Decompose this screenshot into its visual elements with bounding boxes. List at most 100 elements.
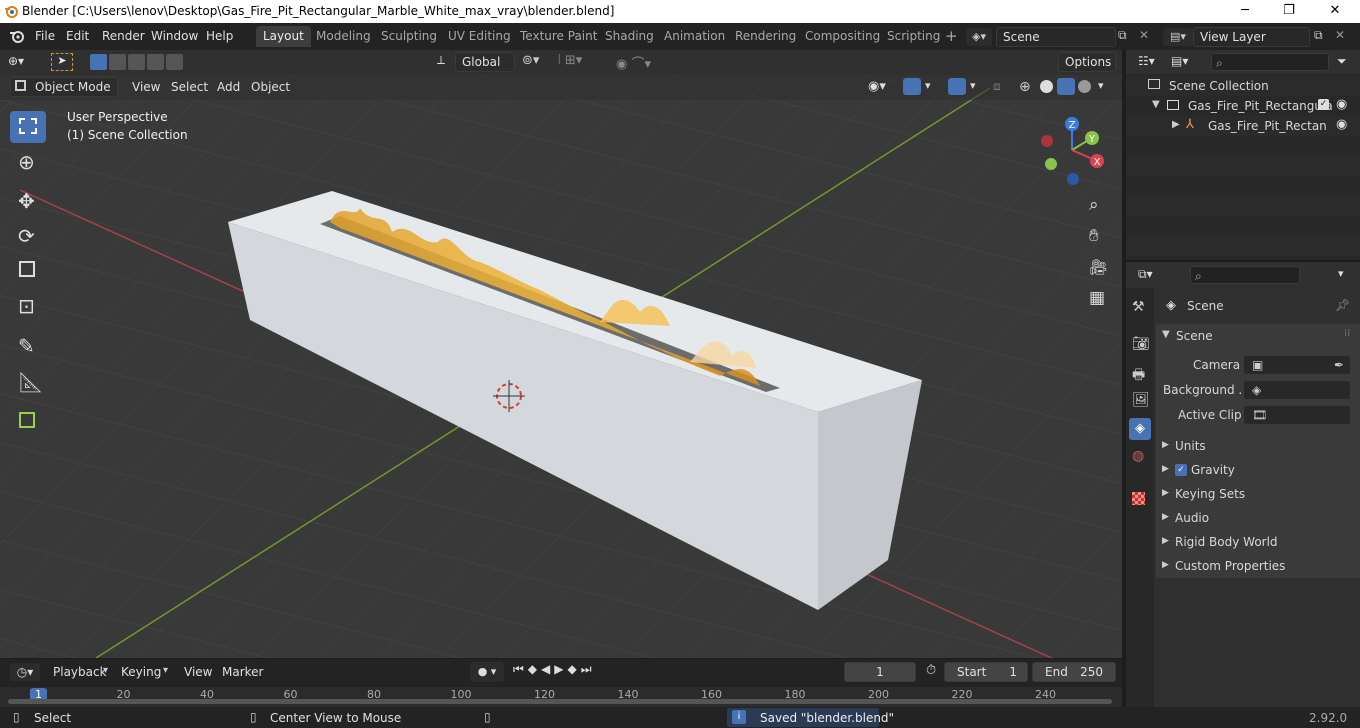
properties-editor-icon[interactable]: ⧉▾ (1138, 267, 1153, 282)
new-scene-icon[interactable]: ⧉ (1118, 28, 1127, 43)
overlay-toggle-icon[interactable] (948, 78, 966, 95)
section-gravity[interactable]: ▶ ✓ Gravity (1156, 458, 1360, 482)
zoom-icon[interactable]: ⌕ (1089, 195, 1099, 215)
delete-view-layer-icon[interactable]: ✕ (1335, 28, 1345, 42)
timeline-menu-playback[interactable]: Playback (53, 665, 107, 679)
timeline-menu-view[interactable]: View (184, 665, 212, 679)
camera-view-icon[interactable]: 🎥︎ (1089, 258, 1108, 276)
tool-tab-icon[interactable]: ⚒︎ (1132, 299, 1145, 315)
overlay-dropdown-icon[interactable]: ▾ (970, 79, 976, 92)
select-intersect-icon[interactable] (166, 54, 183, 70)
minimize-button[interactable]: ─ (1222, 0, 1268, 23)
menu-edit[interactable]: Edit (66, 29, 89, 43)
playback-controls[interactable]: ⏮◆◀▶◆⏭ (513, 662, 596, 677)
menu-file[interactable]: File (35, 29, 55, 43)
timeline-menu-marker[interactable]: Marker (222, 665, 263, 679)
view-layer-browse-icon[interactable]: ▤▾ (1163, 28, 1193, 46)
tool-measure[interactable]: 📐︎ (10, 366, 46, 398)
world-tab-icon[interactable]: ◍ (1132, 448, 1144, 464)
snap-icon[interactable]: ⦚ ⊞▾ (558, 53, 582, 68)
background-scene-field[interactable]: ◈ (1243, 380, 1351, 400)
display-mode-icon[interactable]: ▤▾ (1171, 54, 1188, 68)
auto-key-icon[interactable]: ● ▾ (470, 662, 504, 682)
material-shading-icon[interactable] (1057, 78, 1075, 95)
visibility-icon[interactable]: ◉▾ (868, 79, 886, 94)
viewport-menu-add[interactable]: Add (217, 80, 240, 94)
scene-name-field[interactable]: Scene (996, 27, 1116, 47)
tab-modeling[interactable]: Modeling (309, 26, 378, 47)
end-frame-field[interactable]: End 250 (1032, 662, 1116, 682)
viewport-menu-object[interactable]: Object (251, 80, 290, 94)
expand-arrow-icon[interactable]: ▶ (1172, 119, 1180, 130)
timeline-scrollbar[interactable] (8, 699, 1112, 704)
eyedropper-icon[interactable]: ✒︎ (1334, 358, 1344, 372)
pivot-point-icon[interactable]: ⊚▾ (522, 53, 539, 68)
section-audio[interactable]: ▶ Audio (1156, 506, 1360, 530)
expand-arrow-icon[interactable]: ▼ (1152, 99, 1160, 110)
active-clip-field[interactable]: 🎞︎ (1243, 405, 1351, 425)
properties-options-icon[interactable]: ▾ (1338, 267, 1344, 280)
outliner-search-input[interactable]: ⌕ (1211, 53, 1329, 71)
tool-transform[interactable]: ⊡ (10, 290, 46, 322)
tab-sculpting[interactable]: Sculpting (374, 26, 444, 47)
section-custom-properties[interactable]: ▶ Custom Properties (1156, 554, 1360, 578)
tab-shading[interactable]: Shading (598, 26, 661, 47)
texture-tab-icon[interactable] (1132, 492, 1145, 505)
select-tool-icon[interactable]: ➤ (51, 53, 73, 71)
visibility-eye-icon[interactable]: ◉ (1336, 97, 1347, 112)
section-rigid-body-world[interactable]: ▶ Rigid Body World (1156, 530, 1360, 554)
blender-menu-icon[interactable] (9, 29, 25, 43)
outliner-row-root[interactable]: Scene Collection (1126, 76, 1360, 96)
properties-search-input[interactable]: ⌕ (1190, 266, 1300, 284)
output-tab-icon[interactable]: 🖶︎ (1132, 364, 1145, 388)
select-subtract-icon[interactable] (128, 54, 145, 70)
tab-compositing[interactable]: Compositing (798, 26, 887, 47)
outliner-row-collection[interactable]: ▼ Gas_Fire_Pit_Rectangula ✓ ◉ (1126, 96, 1360, 116)
collection-checkbox-icon[interactable]: ✓ (1318, 99, 1329, 110)
proportional-edit-icon[interactable]: ◉ ⌒▾ (616, 53, 651, 72)
navigation-gizmo[interactable]: Z Y X (1036, 112, 1112, 192)
view-layer-tab-icon[interactable]: 🖼︎ (1132, 392, 1150, 408)
select-extend-icon[interactable] (109, 54, 126, 70)
outliner-row-object[interactable]: ▶ ⅄ Gas_Fire_Pit_Rectan ◉ (1126, 116, 1360, 136)
start-frame-field[interactable]: Start 1 (944, 662, 1028, 682)
scene-browse-icon[interactable]: ◈▾ (966, 28, 992, 46)
tool-add-cube[interactable] (10, 406, 46, 438)
shading-dropdown-icon[interactable]: ▾ (1098, 79, 1104, 92)
current-frame-field[interactable]: 1 (844, 662, 916, 682)
section-keying-sets[interactable]: ▶ Keying Sets (1156, 482, 1360, 506)
wireframe-shading-icon[interactable]: ⊕ (1019, 79, 1031, 95)
timeline-menu-keying[interactable]: Keying (121, 665, 161, 679)
options-dropdown[interactable]: Options (1058, 52, 1116, 72)
scene-tab-icon[interactable]: ◈ (1129, 418, 1151, 440)
select-invert-icon[interactable] (147, 54, 164, 70)
frame-ruler[interactable]: 1 20 40 60 80 100 120 140 160 180 200 220 240 (0, 687, 1122, 707)
add-workspace-icon[interactable]: + (945, 27, 958, 45)
mode-dropdown[interactable]: Object Mode (10, 77, 118, 97)
timeline-editor-icon[interactable]: ◷▾ (10, 663, 40, 681)
tool-scale[interactable] (10, 255, 46, 287)
tab-texture-paint[interactable]: Texture Paint (513, 26, 604, 47)
drag-handle-icon[interactable]: ⁞⁞ (1344, 328, 1350, 339)
pan-hand-icon[interactable]: ✋︎ (1089, 226, 1099, 246)
tab-rendering[interactable]: Rendering (728, 26, 803, 47)
orientation-dropdown[interactable]: Global (455, 52, 515, 72)
filter-icon[interactable]: ⏷ (1337, 54, 1347, 69)
stopwatch-icon[interactable]: ⏱︎ (926, 663, 936, 678)
ortho-grid-icon[interactable]: ▦ (1089, 288, 1105, 308)
tab-uv-editing[interactable]: UV Editing (441, 26, 518, 47)
scene-panel-header[interactable]: ▼ Scene ⁞⁞ (1156, 324, 1360, 348)
pin-icon[interactable]: 📌︎ (1335, 298, 1350, 312)
tab-layout[interactable]: Layout (256, 26, 311, 47)
maximize-button[interactable]: ❐ (1266, 0, 1312, 23)
viewport-menu-view[interactable]: View (132, 80, 160, 94)
editor-type-icon[interactable]: ⊕▾ (8, 54, 38, 71)
menu-render[interactable]: Render (102, 29, 145, 43)
gizmo-dropdown-icon[interactable]: ▾ (925, 79, 931, 92)
menu-help[interactable]: Help (206, 29, 233, 43)
menu-window[interactable]: Window (151, 29, 198, 43)
rendered-shading-icon[interactable] (1078, 80, 1091, 93)
viewport-menu-select[interactable]: Select (171, 80, 208, 94)
section-units[interactable]: ▶ Units (1156, 434, 1360, 458)
tool-rotate[interactable]: ⟳ (10, 220, 46, 252)
